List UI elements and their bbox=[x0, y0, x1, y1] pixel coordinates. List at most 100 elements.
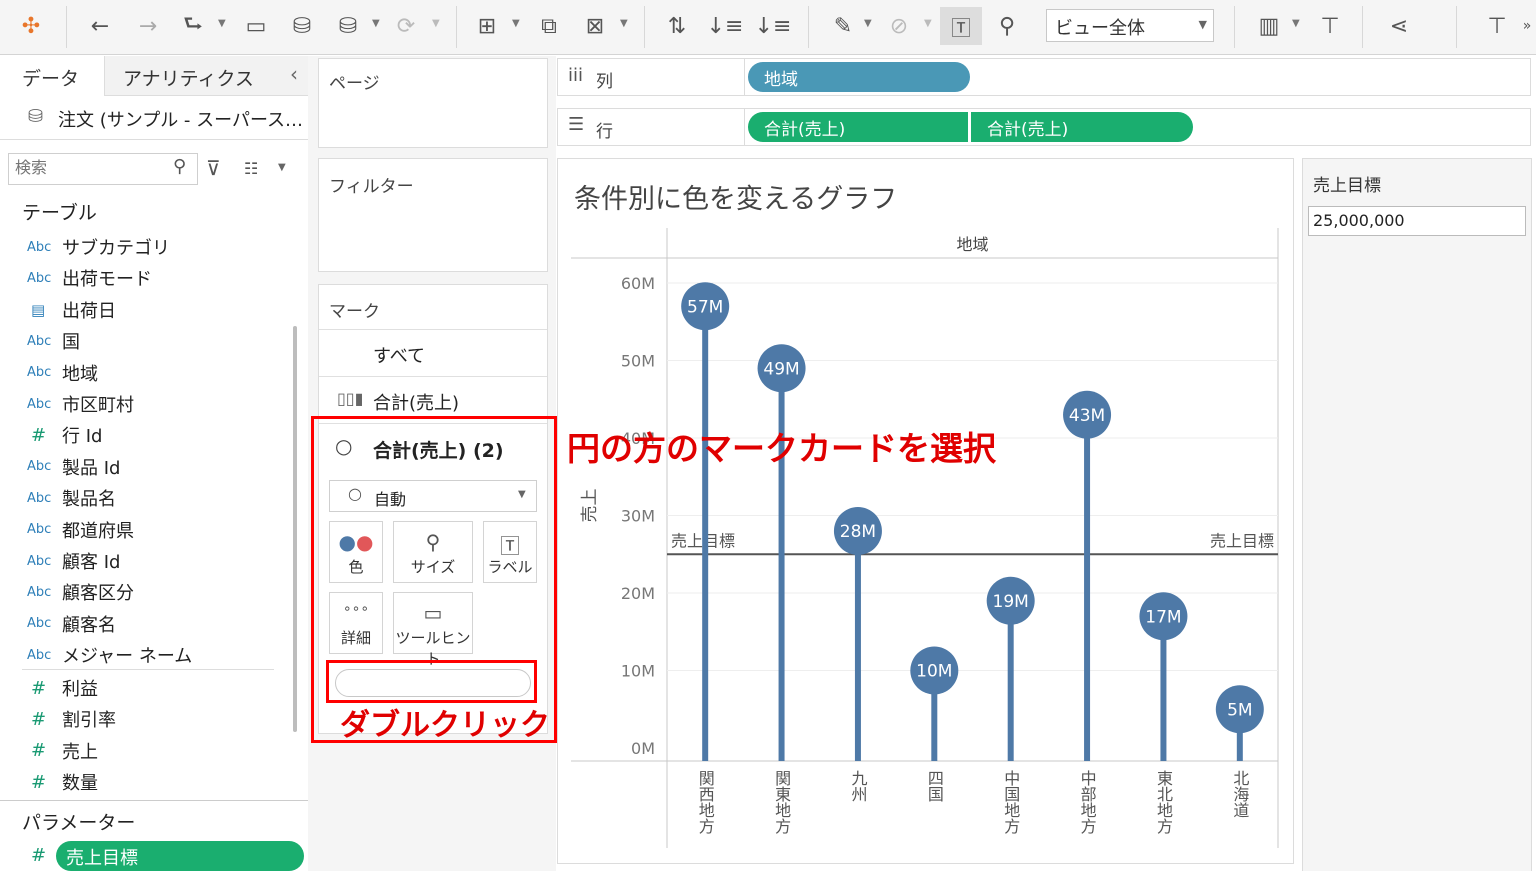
x-tick-label: 東北地方 bbox=[1154, 770, 1173, 835]
field-item[interactable]: ▤ 出荷日 bbox=[0, 295, 285, 325]
field-item[interactable]: # 売上 bbox=[0, 736, 285, 766]
chevron-down-icon[interactable]: ▼ bbox=[864, 18, 872, 29]
tab-analytics[interactable]: アナリティクス ‹ bbox=[104, 56, 308, 96]
parameter-pill-sales-target[interactable]: 売上目標 bbox=[56, 841, 304, 871]
sort-desc-icon[interactable]: ↓≡ bbox=[755, 10, 792, 42]
data-pane: データ アナリティクス ‹ ⛁ 注文 (サンプル - スーパース… ⚲ ⊽ ☷ … bbox=[0, 56, 308, 871]
field-item[interactable]: Abc メジャー ネーム bbox=[0, 640, 285, 670]
bar-chart-icon: ▯▯▮ bbox=[337, 389, 364, 408]
marks-tab-all[interactable]: すべて bbox=[319, 330, 547, 376]
data-label: 57M bbox=[687, 297, 723, 317]
toolbar: ✣ ← → ⮑ ▼ ▭ ⛁ ⛁ ▼ ⟳ ▼ ⊞ ▼ ⧉ ⊠ ▼ ⇅ ↓≡ ↓≡ … bbox=[0, 0, 1536, 55]
parameter-control-title: 売上目標 bbox=[1313, 176, 1381, 196]
chevron-down-icon[interactable]: ▼ bbox=[924, 18, 932, 29]
parameter-value-input[interactable]: 25,000,000 bbox=[1308, 206, 1526, 236]
field-item[interactable]: Abc 都道府県 bbox=[0, 515, 285, 545]
row-pill-sum-sales[interactable]: 合計(売上) bbox=[748, 112, 968, 142]
marks-tab-all-label: すべて bbox=[373, 346, 426, 367]
field-item[interactable]: # 割引率 bbox=[0, 704, 285, 734]
rows-shelf[interactable]: ☰ 行 合計(売上) 合計(売上) bbox=[557, 108, 1531, 146]
field-name: 市区町村 bbox=[62, 395, 134, 416]
string-type-icon: Abc bbox=[27, 396, 52, 412]
chevron-down-icon[interactable]: ▼ bbox=[218, 18, 226, 29]
datasource-icon[interactable]: ⛁ bbox=[334, 10, 362, 42]
row-pill-sum-sales-2[interactable]: 合計(売上) bbox=[971, 112, 1193, 142]
field-item[interactable]: Abc 地域 bbox=[0, 358, 285, 388]
list-view-icon[interactable]: ☷ bbox=[244, 159, 258, 178]
pages-card[interactable]: ページ bbox=[318, 58, 548, 148]
toolbar-separator bbox=[1362, 6, 1363, 48]
back-arrow-icon[interactable]: ← bbox=[86, 10, 114, 42]
clear-sheet-icon[interactable]: ⊠ bbox=[580, 10, 610, 42]
redo-icon[interactable]: ⮑ bbox=[178, 10, 208, 42]
toolbar-separator bbox=[1234, 6, 1235, 48]
datasource-row[interactable]: ⛁ 注文 (サンプル - スーパース… bbox=[0, 96, 308, 140]
y-tick-label: 10M bbox=[621, 662, 655, 681]
presentation-icon[interactable]: ⊤ bbox=[1314, 10, 1346, 42]
chevron-down-icon[interactable]: ▼ bbox=[620, 18, 628, 29]
pointer-icon[interactable]: ⊤ bbox=[1482, 10, 1512, 42]
chevron-down-icon[interactable]: ▼ bbox=[432, 18, 440, 29]
field-name: 顧客 Id bbox=[62, 552, 121, 573]
pin-icon[interactable]: ⚲ bbox=[992, 10, 1022, 42]
field-item[interactable]: Abc 製品名 bbox=[0, 483, 285, 513]
field-item[interactable]: Abc 顧客 Id bbox=[0, 546, 285, 576]
share-icon[interactable]: ⋖ bbox=[1384, 10, 1414, 42]
tab-data[interactable]: データ bbox=[0, 56, 104, 96]
field-item[interactable]: Abc 市区町村 bbox=[0, 389, 285, 419]
string-type-icon: Abc bbox=[27, 333, 52, 349]
x-tick-label: 中国地方 bbox=[1001, 770, 1020, 835]
filters-card[interactable]: フィルター bbox=[318, 158, 548, 272]
lollipop-chart[interactable]: 地域0M10M20M30M40M50M60M売上売上目標売上目標57M関西地方4… bbox=[557, 158, 1294, 864]
search-field[interactable]: ⚲ bbox=[8, 153, 198, 185]
x-tick-label: 関西地方 bbox=[696, 770, 715, 835]
label-toggle-icon[interactable]: 🅃 bbox=[940, 7, 982, 45]
field-item[interactable]: Abc 顧客区分 bbox=[0, 577, 285, 607]
columns-shelf[interactable]: iii 列 地域 bbox=[557, 58, 1531, 96]
duplicate-icon[interactable]: ⧉ bbox=[534, 10, 564, 42]
swap-icon[interactable]: ⇅ bbox=[662, 10, 692, 42]
field-item[interactable]: Abc サブカテゴリ bbox=[0, 232, 285, 262]
more-icon[interactable]: » bbox=[1520, 10, 1534, 42]
string-type-icon: Abc bbox=[27, 584, 52, 600]
refresh-icon[interactable]: ⟳ bbox=[392, 10, 420, 42]
chevron-down-icon[interactable]: ▼ bbox=[372, 18, 380, 29]
view-fit-select[interactable]: ビュー全体 ▼ bbox=[1046, 9, 1214, 42]
number-type-icon: # bbox=[31, 424, 47, 446]
field-item[interactable]: Abc 出荷モード bbox=[0, 263, 285, 293]
collapse-icon[interactable]: ‹ bbox=[290, 62, 298, 86]
data-label: 28M bbox=[840, 522, 876, 542]
chevron-down-icon[interactable]: ▼ bbox=[1292, 18, 1300, 29]
new-worksheet-icon[interactable]: ⊞ bbox=[472, 10, 502, 42]
tab-data-label: データ bbox=[22, 68, 80, 90]
field-name: 売上 bbox=[62, 741, 98, 763]
column-pill-region[interactable]: 地域 bbox=[748, 62, 970, 92]
show-me-icon[interactable]: ▥ bbox=[1252, 10, 1286, 42]
string-type-icon: Abc bbox=[27, 616, 52, 632]
save-icon[interactable]: ▭ bbox=[242, 10, 270, 42]
new-datasource-icon[interactable]: ⛁ bbox=[288, 10, 316, 42]
number-type-icon: # bbox=[31, 677, 47, 699]
chevron-down-icon: ▼ bbox=[1198, 18, 1207, 31]
parameter-control-card: 売上目標 25,000,000 bbox=[1302, 158, 1532, 871]
data-label: 10M bbox=[916, 662, 952, 682]
search-input[interactable] bbox=[15, 157, 165, 181]
group-icon[interactable]: ⊘ bbox=[884, 10, 914, 42]
chevron-down-icon[interactable]: ▼ bbox=[278, 162, 286, 173]
field-item[interactable]: Abc 製品 Id bbox=[0, 452, 285, 482]
chevron-down-icon[interactable]: ▼ bbox=[512, 18, 520, 29]
field-item[interactable]: # 行 Id bbox=[0, 420, 285, 450]
scrollbar-thumb[interactable] bbox=[293, 326, 297, 732]
field-item[interactable]: Abc 顧客名 bbox=[0, 609, 285, 639]
tableau-logo-icon[interactable]: ✣ bbox=[18, 10, 44, 42]
field-item[interactable]: # 利益 bbox=[0, 673, 285, 703]
field-item[interactable]: Abc 国 bbox=[0, 326, 285, 356]
forward-arrow-icon[interactable]: → bbox=[134, 10, 162, 42]
filter-icon[interactable]: ⊽ bbox=[206, 156, 221, 180]
string-type-icon: Abc bbox=[27, 459, 52, 475]
field-item[interactable]: # 数量 bbox=[0, 767, 285, 797]
sort-asc-icon[interactable]: ↓≡ bbox=[707, 10, 744, 42]
highlight-icon[interactable]: ✎ bbox=[828, 10, 858, 42]
scrollbar-track[interactable] bbox=[286, 232, 308, 802]
field-name: サブカテゴリ bbox=[62, 238, 170, 259]
